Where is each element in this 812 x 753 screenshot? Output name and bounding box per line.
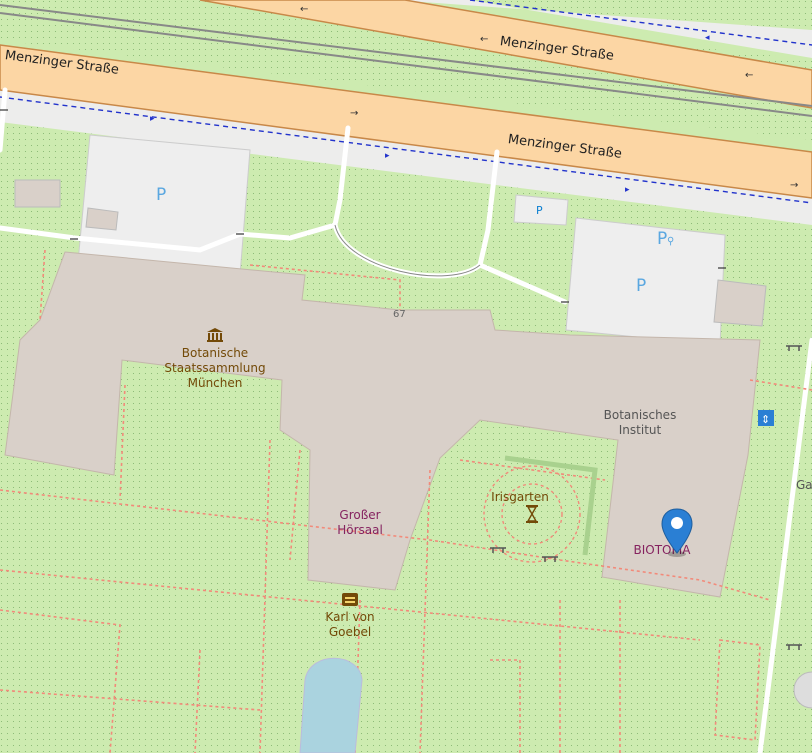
parking-icon: P xyxy=(536,204,543,217)
svg-text:→: → xyxy=(350,108,358,119)
svg-text:←: ← xyxy=(300,4,308,15)
svg-text:←: ← xyxy=(745,70,753,81)
svg-text:▸: ▸ xyxy=(625,185,630,195)
bicycle-icon: ⚲ xyxy=(667,236,675,247)
svg-text:▸: ▸ xyxy=(150,114,155,124)
svg-text:→: → xyxy=(790,180,798,191)
garden-label: Irisgarten xyxy=(491,490,549,504)
svg-text:▸: ▸ xyxy=(385,151,390,161)
svg-text:⇕: ⇕ xyxy=(761,413,770,426)
building-small-1 xyxy=(14,179,61,208)
memorial-label: Karl von Goebel xyxy=(325,610,375,639)
building-small-3 xyxy=(713,279,767,327)
water-basin xyxy=(299,657,363,753)
museum-label: Botanische Staatssammlung München xyxy=(164,346,266,390)
svg-text:◂: ◂ xyxy=(705,33,710,43)
map-canvas[interactable]: ← ← ← → → ▸ ▸ ▸ ◂ ⇕ xyxy=(0,0,812,753)
edge-label: Ga xyxy=(796,478,812,492)
map-view[interactable]: ← ← ← → → ▸ ▸ ▸ ◂ ⇕ Menzinger Straße Men… xyxy=(0,0,812,753)
museum-icon[interactable] xyxy=(206,327,224,343)
building-small-2 xyxy=(85,207,119,231)
house-number: 67 xyxy=(393,309,406,320)
parking-icon: P xyxy=(636,276,647,296)
hall-label: Großer Hörsaal xyxy=(337,508,383,537)
memorial-icon[interactable] xyxy=(342,593,358,606)
bicycle-parking-icon: P xyxy=(657,229,668,249)
parking-lot-west[interactable] xyxy=(77,134,251,276)
institute-label: Botanisches Institut xyxy=(603,408,677,437)
hourglass-icon[interactable] xyxy=(526,505,538,523)
location-pin-icon[interactable] xyxy=(660,507,694,557)
parking-icon: P xyxy=(156,185,167,205)
svg-text:←: ← xyxy=(480,34,488,45)
